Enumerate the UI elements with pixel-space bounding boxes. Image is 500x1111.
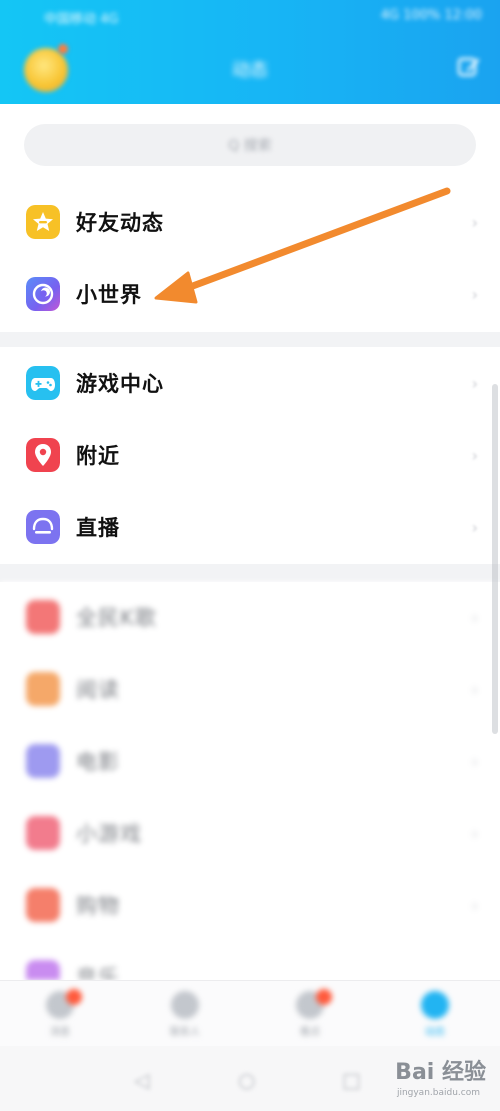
- back-icon[interactable]: ◁: [134, 1068, 149, 1092]
- chevron-right-icon: ›: [471, 680, 478, 699]
- chevron-right-icon: ›: [471, 752, 478, 771]
- tab-label: 动态: [425, 1027, 445, 1038]
- list-item-label: 购物: [76, 894, 120, 918]
- list-item-label: 电影: [76, 750, 120, 774]
- tab-watch[interactable]: 看点: [280, 989, 340, 1041]
- book-icon: [26, 672, 60, 706]
- chevron-right-icon: ›: [471, 518, 478, 537]
- list-item-label: 游戏中心: [76, 372, 164, 396]
- star-icon: [421, 991, 449, 1019]
- chevron-right-icon: ›: [471, 374, 478, 393]
- location-pin-icon: [26, 438, 60, 472]
- app-screen: 中国移动 4G 4G 100% 12:00 动态 Q 搜索 好友动态 › 小世界…: [0, 0, 500, 1111]
- header-bar: 中国移动 4G 4G 100% 12:00 动态: [0, 0, 500, 104]
- chevron-right-icon: ›: [471, 824, 478, 843]
- tab-label: 消息: [50, 1027, 70, 1038]
- music-icon: [26, 960, 60, 980]
- list-item-live[interactable]: 直播 ›: [0, 492, 500, 564]
- scrollbar[interactable]: [492, 104, 500, 980]
- status-info: 4G 100% 12:00: [380, 8, 482, 23]
- contacts-icon: [171, 991, 199, 1019]
- list-item-label: 阅读: [76, 678, 120, 702]
- list-item-label: 小游戏: [76, 822, 142, 846]
- list-item-label: 全民K歌: [76, 606, 157, 630]
- shopping-icon: [26, 888, 60, 922]
- list-item-music[interactable]: 音乐: [0, 942, 500, 980]
- list-item-nearby[interactable]: 附近 ›: [0, 420, 500, 492]
- notification-badge: [66, 989, 82, 1005]
- chevron-right-icon: ›: [471, 608, 478, 627]
- settings-icon[interactable]: [456, 56, 482, 82]
- list-item-mini-game[interactable]: 小游戏 ›: [0, 798, 500, 870]
- tab-contacts[interactable]: 联系人: [155, 991, 215, 1041]
- scroll-thumb[interactable]: [492, 384, 498, 734]
- movie-icon: [26, 744, 60, 778]
- list-item-label: 音乐: [76, 966, 120, 980]
- avatar-badge: [58, 44, 68, 54]
- list-item-label: 好友动态: [76, 211, 164, 235]
- tab-label: 联系人: [170, 1027, 200, 1038]
- status-bar: 中国移动 4G 4G 100% 12:00: [0, 0, 500, 34]
- karaoke-icon: [26, 600, 60, 634]
- list-item-small-world[interactable]: 小世界 ›: [0, 259, 500, 331]
- list-item-game-center[interactable]: 游戏中心 ›: [0, 348, 500, 420]
- mini-game-icon: [26, 816, 60, 850]
- home-icon[interactable]: ○: [238, 1068, 255, 1092]
- chevron-right-icon: ›: [471, 896, 478, 915]
- tab-feed[interactable]: 动态: [405, 991, 465, 1041]
- list-item-reading[interactable]: 阅读 ›: [0, 654, 500, 726]
- list-item-label: 直播: [76, 516, 120, 540]
- notification-badge: [316, 989, 332, 1005]
- star-icon: [26, 205, 60, 239]
- bottom-tab-bar: 消息 联系人 看点 动态: [0, 980, 500, 1047]
- watermark-logo: Bai 经验: [395, 1060, 486, 1085]
- list-item-movie[interactable]: 电影 ›: [0, 726, 500, 798]
- planet-icon: [26, 277, 60, 311]
- list-item-friend-feed[interactable]: 好友动态 ›: [0, 187, 500, 259]
- list-item-shopping[interactable]: 购物 ›: [0, 870, 500, 942]
- list-item-label: 附近: [76, 444, 120, 468]
- chevron-right-icon: ›: [471, 213, 478, 232]
- search-placeholder: Q 搜索: [228, 138, 272, 154]
- search-input[interactable]: Q 搜索: [24, 124, 476, 166]
- chevron-right-icon: ›: [471, 446, 478, 465]
- tab-label: 看点: [300, 1027, 320, 1038]
- chevron-right-icon: ›: [471, 285, 478, 304]
- page-title: 动态: [232, 60, 268, 81]
- list-item-karaoke[interactable]: 全民K歌 ›: [0, 582, 500, 654]
- status-carrier: 中国移动 4G: [44, 12, 119, 27]
- watermark-url: jingyan.baidu.com: [396, 1088, 480, 1098]
- gamepad-icon: [26, 366, 60, 400]
- live-icon: [26, 510, 60, 544]
- tab-messages[interactable]: 消息: [30, 989, 90, 1041]
- recent-apps-icon[interactable]: □: [342, 1068, 361, 1092]
- list-item-label: 小世界: [76, 283, 142, 307]
